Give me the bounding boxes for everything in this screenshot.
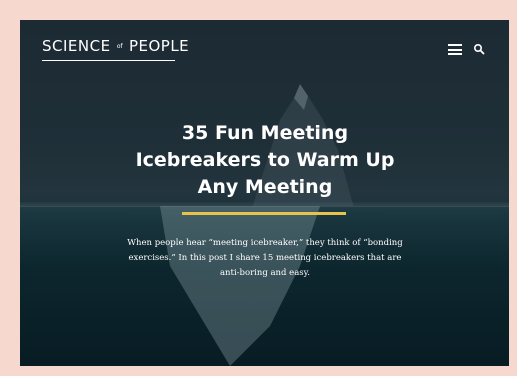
article-intro: When people hear “meeting icebreaker,” t…: [127, 238, 403, 278]
logo-text-science: SCIENCE: [42, 37, 111, 55]
logo-text-of: of: [116, 43, 123, 50]
hero-frame: SCIENCE of PEOPLE 35 Fun Meeting Icebrea…: [20, 20, 509, 366]
logo-underline: [42, 60, 175, 61]
search-icon[interactable]: [473, 43, 485, 55]
hamburger-menu-icon[interactable]: [448, 44, 462, 55]
logo-text-people: PEOPLE: [128, 37, 190, 55]
site-logo[interactable]: SCIENCE of PEOPLE: [42, 37, 189, 55]
title-accent-rule: [182, 212, 346, 215]
iceberg-underwater-image: [160, 206, 320, 366]
article-title: 35 Fun Meeting Icebreakers to Warm Up An…: [135, 122, 395, 198]
